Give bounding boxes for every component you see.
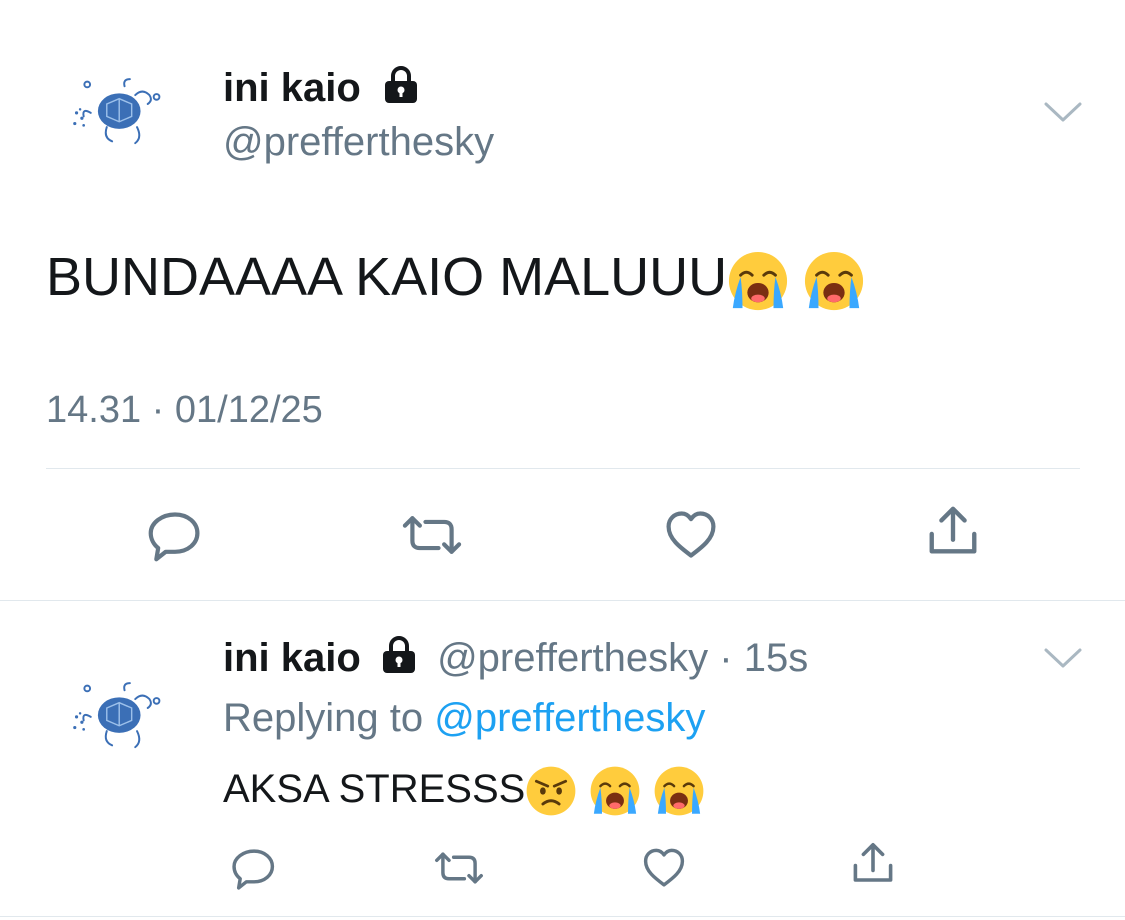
separator-dot: ·: [719, 636, 733, 680]
turtle-avatar-icon: [66, 72, 176, 152]
like-icon: [641, 845, 687, 891]
retweet-button[interactable]: [431, 845, 487, 891]
retweet-button[interactable]: [398, 507, 466, 563]
avatar[interactable]: [66, 72, 176, 152]
display-name[interactable]: ini kaio: [223, 64, 422, 116]
share-icon: [849, 840, 897, 888]
like-icon: [663, 507, 719, 563]
retweet-icon: [398, 507, 466, 563]
reply-icon: [231, 845, 277, 891]
reply-time: 15s: [743, 636, 809, 680]
share-button[interactable]: [924, 503, 982, 561]
share-button[interactable]: [849, 840, 897, 888]
lock-icon: [378, 635, 420, 686]
tweet-separator: [0, 600, 1125, 601]
tweet-separator: [0, 916, 1125, 917]
retweet-icon: [431, 845, 487, 891]
like-button[interactable]: [663, 507, 719, 563]
loudly-crying-face-icon: [589, 765, 641, 817]
angry-face-icon: [525, 765, 577, 817]
timestamp: 14.31 · 01/12/25: [46, 389, 323, 431]
replying-to: Replying to @prefferthesky: [223, 696, 706, 740]
reply-text: AKSA STRESSS: [223, 762, 705, 817]
like-button[interactable]: [641, 845, 687, 891]
loudly-crying-face-icon: [727, 250, 789, 312]
reply-header: ini kaio @prefferthesky · 15s: [223, 634, 808, 686]
chevron-down-icon[interactable]: [1043, 646, 1083, 670]
share-icon: [924, 503, 982, 561]
loudly-crying-face-icon: [803, 250, 865, 312]
reply-avatar[interactable]: [66, 676, 176, 756]
username[interactable]: @prefferthesky: [223, 118, 494, 166]
loudly-crying-face-icon: [653, 765, 705, 817]
reply-button[interactable]: [231, 845, 277, 891]
reply-username[interactable]: @prefferthesky: [437, 636, 708, 680]
reply-display-name[interactable]: ini kaio: [223, 636, 361, 680]
turtle-avatar-icon: [66, 676, 176, 756]
lock-icon: [380, 65, 422, 116]
chevron-down-icon[interactable]: [1043, 100, 1083, 124]
reply-icon: [147, 507, 203, 563]
reply-button[interactable]: [147, 507, 203, 563]
replying-handle-link[interactable]: @prefferthesky: [434, 696, 705, 740]
tweet-text: BUNDAAAA KAIO MALUUU: [46, 244, 865, 312]
divider: [46, 468, 1080, 469]
